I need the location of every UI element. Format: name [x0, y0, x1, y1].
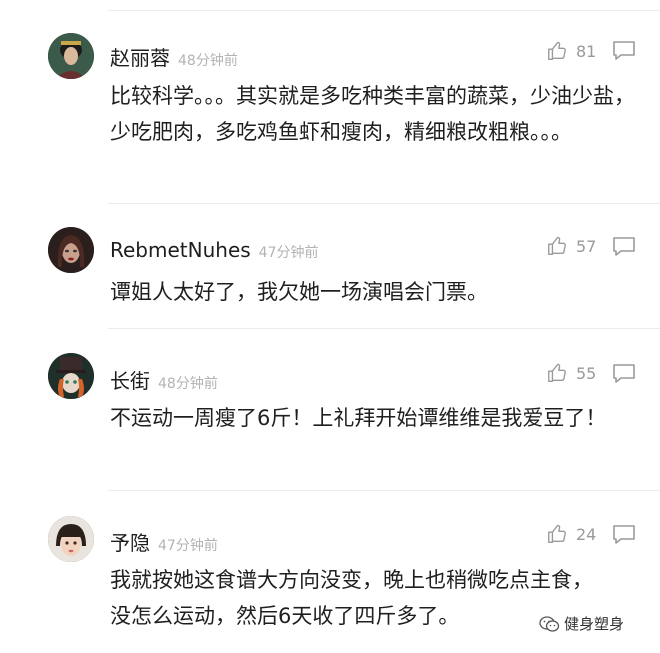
comment-divider [108, 328, 660, 329]
timestamp: 47分钟前 [258, 245, 319, 261]
username[interactable]: RebmetNuhes [110, 238, 251, 262]
avatar[interactable] [48, 227, 94, 273]
like-button[interactable]: 57 [546, 235, 596, 257]
like-button[interactable]: 24 [546, 523, 596, 545]
like-count: 24 [576, 524, 597, 544]
like-count: 55 [576, 363, 597, 383]
comment-text: 比较科学。。。其实就是多吃种类丰富的蔬菜，少油少盐，少吃肥肉，多吃鸡鱼虾和瘦肉，… [110, 84, 635, 144]
timestamp: 47分钟前 [158, 538, 218, 554]
portrait-dark-hair-icon [48, 227, 94, 273]
reply-bubble-icon[interactable] [612, 524, 636, 546]
comment-text: 不运动一周瘦了6斤！上礼拜开始谭维维是我爱豆了！ [110, 406, 607, 430]
thumbs-up-icon [548, 363, 566, 382]
reply-bubble-icon[interactable] [612, 363, 636, 385]
reply-bubble-icon[interactable] [612, 236, 636, 258]
comment-divider [108, 490, 660, 491]
portrait-woman-icon [48, 33, 94, 79]
top-divider [108, 10, 660, 11]
thumbs-up-icon [548, 236, 566, 255]
reply-bubble-icon[interactable] [612, 40, 636, 62]
timestamp: 48分钟前 [158, 376, 218, 392]
like-count: 81 [576, 41, 597, 61]
comment-divider [108, 203, 660, 204]
watermark-label: 健身塑身 [564, 615, 625, 633]
watermark: 健身塑身 [538, 613, 624, 634]
like-button[interactable]: 55 [546, 362, 596, 384]
wechat-icon [539, 615, 560, 632]
username[interactable]: 长街 [110, 369, 150, 393]
comment-header: RebmetNuhes 47分钟前 [110, 238, 319, 262]
comment-text: 谭姐人太好了，我欠她一场演唱会门票。 [110, 280, 488, 304]
like-count: 57 [576, 236, 597, 256]
avatar[interactable] [48, 516, 94, 562]
timestamp: 48分钟前 [178, 53, 238, 69]
thumbs-up-icon [548, 524, 566, 543]
avatar[interactable] [48, 33, 94, 79]
mad-hatter-icon [48, 353, 94, 399]
comment-header: 赵丽蓉 48分钟前 [110, 42, 238, 71]
username[interactable]: 予隐 [110, 531, 150, 555]
comment-header: 长街 48分钟前 [110, 365, 218, 394]
comment-header: 予隐 47分钟前 [110, 527, 218, 556]
username[interactable]: 赵丽蓉 [110, 46, 170, 70]
comment-text: 我就按她这食谱大方向没变，晚上也稍微吃点主食，没怎么运动，然后6天收了四斤多了。 [110, 568, 593, 628]
avatar[interactable] [48, 353, 94, 399]
portrait-child-icon [48, 516, 94, 562]
thumbs-up-icon [548, 41, 566, 60]
like-button[interactable]: 81 [546, 40, 596, 62]
